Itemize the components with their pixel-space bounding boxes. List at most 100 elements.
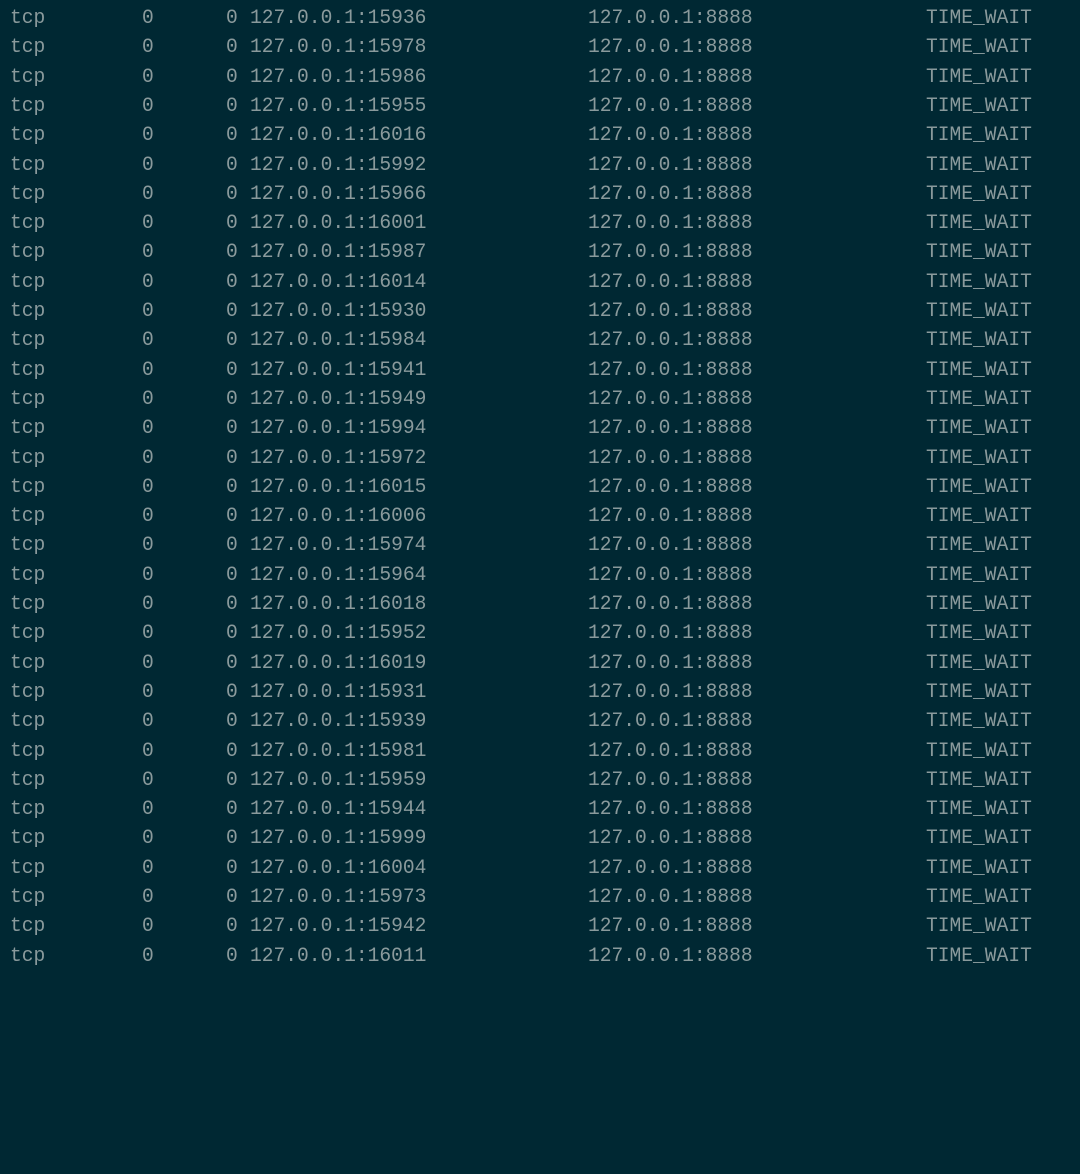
local-address-cell: 127.0.0.1:15972	[250, 446, 427, 470]
state-cell: TIME_WAIT	[926, 856, 1032, 880]
proto-cell: tcp	[10, 241, 46, 265]
local-address-cell: 127.0.0.1:15949	[250, 387, 427, 411]
connection-row: tcp 0 0 127.0.0.1:15949 127.0.0.1:8888 T…	[0, 385, 1080, 414]
foreign-address-cell: 127.0.0.1:8888	[588, 65, 753, 89]
local-address-cell: 127.0.0.1:15973	[250, 886, 427, 909]
local-address-cell: 127.0.0.1:15931	[250, 680, 427, 704]
foreign-address-cell: 127.0.0.1:8888	[588, 153, 753, 177]
recv-q-cell: 0	[142, 680, 154, 704]
proto-cell: tcp	[10, 622, 46, 646]
foreign-address-cell: 127.0.0.1:8888	[588, 270, 753, 294]
connection-row: tcp 0 0 127.0.0.1:15978 127.0.0.1:8888 T…	[0, 33, 1080, 62]
local-address-cell: 127.0.0.1:15987	[250, 241, 427, 265]
send-q-cell: 0	[226, 182, 238, 206]
state-cell: TIME_WAIT	[926, 622, 1032, 646]
connection-row: tcp 0 0 127.0.0.1:16016 127.0.0.1:8888 T…	[0, 121, 1080, 150]
state-cell: TIME_WAIT	[926, 680, 1032, 704]
send-q-cell: 0	[226, 505, 238, 529]
terminal-window[interactable]: tcp 0 0 127.0.0.1:15936 127.0.0.1:8888 T…	[0, 0, 1080, 977]
proto-cell: tcp	[10, 270, 46, 294]
send-q-cell: 0	[226, 534, 238, 558]
state-cell: TIME_WAIT	[926, 505, 1032, 529]
send-q-cell: 0	[226, 446, 238, 470]
state-cell: TIME_WAIT	[926, 446, 1032, 470]
local-address-cell: 127.0.0.1:15994	[250, 417, 427, 441]
foreign-address-cell: 127.0.0.1:8888	[588, 710, 753, 734]
connection-row: tcp 0 0 127.0.0.1:16014 127.0.0.1:8888 T…	[0, 268, 1080, 297]
send-q-cell: 0	[226, 768, 238, 792]
state-cell: TIME_WAIT	[926, 329, 1032, 353]
send-q-cell: 0	[226, 300, 238, 323]
local-address-cell: 127.0.0.1:16018	[250, 593, 427, 616]
proto-cell: tcp	[10, 94, 46, 118]
send-q-cell: 0	[226, 7, 238, 30]
recv-q-cell: 0	[142, 7, 154, 30]
connection-row: tcp 0 0 127.0.0.1:15987 127.0.0.1:8888 T…	[0, 238, 1080, 267]
local-address-cell: 127.0.0.1:15974	[250, 534, 427, 558]
foreign-address-cell: 127.0.0.1:8888	[588, 36, 753, 60]
proto-cell: tcp	[10, 505, 46, 529]
proto-cell: tcp	[10, 300, 46, 323]
local-address-cell: 127.0.0.1:15944	[250, 798, 427, 822]
proto-cell: tcp	[10, 36, 46, 60]
local-address-cell: 127.0.0.1:15981	[250, 739, 427, 763]
proto-cell: tcp	[10, 563, 46, 587]
local-address-cell: 127.0.0.1:16011	[250, 944, 427, 968]
proto-cell: tcp	[10, 124, 46, 148]
proto-cell: tcp	[10, 153, 46, 177]
local-address-cell: 127.0.0.1:15964	[250, 563, 427, 587]
proto-cell: tcp	[10, 212, 46, 236]
connection-row: tcp 0 0 127.0.0.1:15952 127.0.0.1:8888 T…	[0, 619, 1080, 648]
send-q-cell: 0	[226, 417, 238, 441]
connection-row: tcp 0 0 127.0.0.1:15999 127.0.0.1:8888 T…	[0, 824, 1080, 853]
recv-q-cell: 0	[142, 387, 154, 411]
send-q-cell: 0	[226, 241, 238, 265]
state-cell: TIME_WAIT	[926, 886, 1032, 909]
local-address-cell: 127.0.0.1:15955	[250, 94, 427, 118]
send-q-cell: 0	[226, 65, 238, 89]
foreign-address-cell: 127.0.0.1:8888	[588, 300, 753, 323]
state-cell: TIME_WAIT	[926, 36, 1032, 60]
connection-row: tcp 0 0 127.0.0.1:16019 127.0.0.1:8888 T…	[0, 649, 1080, 678]
local-address-cell: 127.0.0.1:15939	[250, 710, 427, 734]
recv-q-cell: 0	[142, 505, 154, 529]
proto-cell: tcp	[10, 593, 46, 616]
foreign-address-cell: 127.0.0.1:8888	[588, 7, 753, 30]
recv-q-cell: 0	[142, 593, 154, 616]
recv-q-cell: 0	[142, 241, 154, 265]
local-address-cell: 127.0.0.1:16004	[250, 856, 427, 880]
foreign-address-cell: 127.0.0.1:8888	[588, 622, 753, 646]
connection-row: tcp 0 0 127.0.0.1:16006 127.0.0.1:8888 T…	[0, 502, 1080, 531]
foreign-address-cell: 127.0.0.1:8888	[588, 593, 753, 616]
foreign-address-cell: 127.0.0.1:8888	[588, 651, 753, 675]
foreign-address-cell: 127.0.0.1:8888	[588, 358, 753, 382]
send-q-cell: 0	[226, 915, 238, 939]
local-address-cell: 127.0.0.1:16015	[250, 475, 427, 499]
connection-row: tcp 0 0 127.0.0.1:16001 127.0.0.1:8888 T…	[0, 209, 1080, 238]
foreign-address-cell: 127.0.0.1:8888	[588, 827, 753, 851]
connection-row: tcp 0 0 127.0.0.1:16015 127.0.0.1:8888 T…	[0, 473, 1080, 502]
recv-q-cell: 0	[142, 827, 154, 851]
state-cell: TIME_WAIT	[926, 124, 1032, 148]
connection-row: tcp 0 0 127.0.0.1:15973 127.0.0.1:8888 T…	[0, 883, 1080, 912]
local-address-cell: 127.0.0.1:16016	[250, 124, 427, 148]
send-q-cell: 0	[226, 153, 238, 177]
local-address-cell: 127.0.0.1:16014	[250, 270, 427, 294]
send-q-cell: 0	[226, 212, 238, 236]
local-address-cell: 127.0.0.1:16019	[250, 651, 427, 675]
foreign-address-cell: 127.0.0.1:8888	[588, 329, 753, 353]
proto-cell: tcp	[10, 65, 46, 89]
connection-row: tcp 0 0 127.0.0.1:15984 127.0.0.1:8888 T…	[0, 326, 1080, 355]
connection-row: tcp 0 0 127.0.0.1:15930 127.0.0.1:8888 T…	[0, 297, 1080, 326]
foreign-address-cell: 127.0.0.1:8888	[588, 944, 753, 968]
recv-q-cell: 0	[142, 563, 154, 587]
send-q-cell: 0	[226, 475, 238, 499]
connection-row: tcp 0 0 127.0.0.1:15994 127.0.0.1:8888 T…	[0, 414, 1080, 443]
recv-q-cell: 0	[142, 182, 154, 206]
recv-q-cell: 0	[142, 886, 154, 909]
state-cell: TIME_WAIT	[926, 475, 1032, 499]
state-cell: TIME_WAIT	[926, 798, 1032, 822]
state-cell: TIME_WAIT	[926, 270, 1032, 294]
local-address-cell: 127.0.0.1:15952	[250, 622, 427, 646]
proto-cell: tcp	[10, 417, 46, 441]
